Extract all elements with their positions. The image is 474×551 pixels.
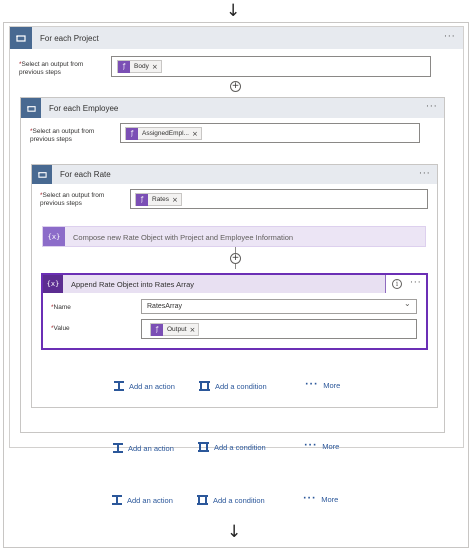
for-each-employee-header[interactable]: For each Employee ··· xyxy=(21,98,444,118)
compose-step[interactable]: {x} Compose new Rate Object with Project… xyxy=(42,226,426,247)
value-label-text: Value xyxy=(53,325,70,332)
add-condition-button[interactable]: Add a condition xyxy=(197,441,266,453)
remove-token-icon[interactable]: × xyxy=(152,63,161,71)
project-select-label-text: Select an output from previous steps xyxy=(19,61,84,76)
info-icon[interactable]: i xyxy=(392,279,402,289)
chevron-down-icon: ⌄ xyxy=(404,299,411,308)
append-to-array-step[interactable]: {x} Append Rate Object into Rates Array … xyxy=(41,273,428,350)
for-each-employee-title: For each Employee xyxy=(49,104,119,113)
flow-canvas: For each Project ··· *Select an output f… xyxy=(3,22,469,548)
more-label: More xyxy=(322,441,340,451)
name-label: *Name xyxy=(51,304,71,312)
flow-down-arrow-top: ↓ xyxy=(226,1,241,21)
add-action-button[interactable]: Add an action xyxy=(113,380,175,392)
remove-token-icon[interactable]: × xyxy=(192,130,201,138)
assigned-employees-token[interactable]: ƒ AssignedEmpl... × xyxy=(125,127,202,140)
for-each-rate-card: For each Rate ··· *Select an output from… xyxy=(31,164,438,408)
ellipsis-icon[interactable]: ··· xyxy=(426,102,438,112)
for-each-project-title: For each Project xyxy=(40,34,99,43)
add-action-button[interactable]: Add an action xyxy=(112,442,174,454)
insert-step-plus-icon[interactable]: + xyxy=(230,81,241,92)
project-select-input[interactable]: ƒ Body × xyxy=(111,56,431,77)
ellipsis-icon[interactable]: ··· xyxy=(419,169,431,179)
rate-select-label: *Select an output from previous steps xyxy=(40,192,125,208)
name-label-text: Name xyxy=(53,304,71,311)
add-condition-label: Add a condition xyxy=(214,442,266,452)
add-action-icon xyxy=(114,381,124,391)
expression-icon: ƒ xyxy=(151,323,163,336)
more-dots-icon: ··· xyxy=(305,380,319,390)
expression-icon: ƒ xyxy=(136,193,148,206)
variable-icon: {x} xyxy=(43,275,63,293)
body-token-label: Body xyxy=(134,63,149,70)
compose-step-title: Compose new Rate Object with Project and… xyxy=(73,233,294,242)
employee-select-label-text: Select an output from previous steps xyxy=(30,128,95,143)
rate-select-input[interactable]: ƒ Rates × xyxy=(130,189,428,209)
ellipsis-icon[interactable]: ··· xyxy=(410,278,422,288)
employee-select-label: *Select an output from previous steps xyxy=(30,128,115,144)
for-each-rate-header[interactable]: For each Rate ··· xyxy=(32,165,437,184)
remove-token-icon[interactable]: × xyxy=(190,326,199,334)
add-action-icon xyxy=(112,495,122,505)
add-condition-icon xyxy=(198,442,209,452)
employee-select-input[interactable]: ƒ AssignedEmpl... × xyxy=(120,123,420,143)
for-each-rate-title: For each Rate xyxy=(60,170,111,179)
more-button[interactable]: ··· More xyxy=(304,441,339,451)
rates-token-label: Rates xyxy=(152,196,169,203)
for-each-employee-card: For each Employee ··· *Select an output … xyxy=(20,97,445,453)
output-token[interactable]: ƒ Output × xyxy=(150,323,200,336)
value-input[interactable]: ƒ Output × xyxy=(141,319,417,339)
expression-icon: ƒ xyxy=(118,60,130,73)
add-condition-icon xyxy=(197,495,208,505)
for-each-project-card: For each Project ··· *Select an output f… xyxy=(9,26,464,453)
add-condition-label: Add a condition xyxy=(215,381,267,391)
variable-icon: {x} xyxy=(43,227,65,246)
value-label: *Value xyxy=(51,325,70,333)
append-step-header[interactable]: {x} Append Rate Object into Rates Array xyxy=(43,275,386,293)
project-select-label: *Select an output from previous steps xyxy=(19,61,104,77)
body-token[interactable]: ƒ Body × xyxy=(117,60,162,73)
add-action-button[interactable]: Add an action xyxy=(111,494,173,506)
remove-token-icon[interactable]: × xyxy=(172,196,181,204)
add-condition-label: Add a condition xyxy=(213,495,265,505)
add-condition-icon xyxy=(199,381,210,391)
add-action-label: Add an action xyxy=(129,381,175,391)
rates-token[interactable]: ƒ Rates × xyxy=(135,193,182,206)
for-each-project-header[interactable]: For each Project ··· xyxy=(10,27,463,49)
add-action-label: Add an action xyxy=(127,495,173,505)
flow-down-arrow-bottom: ↓ xyxy=(227,522,242,542)
loop-icon xyxy=(21,98,41,118)
add-action-label: Add an action xyxy=(128,443,174,453)
assigned-employees-token-label: AssignedEmpl... xyxy=(142,130,189,137)
more-button[interactable]: ··· More xyxy=(303,494,338,504)
loop-icon xyxy=(10,27,32,49)
more-label: More xyxy=(323,380,341,390)
rate-select-label-text: Select an output from previous steps xyxy=(40,192,105,207)
add-condition-button[interactable]: Add a condition xyxy=(198,380,267,392)
name-dropdown[interactable]: RatesArray ⌄ xyxy=(141,299,417,314)
more-label: More xyxy=(321,494,339,504)
expression-icon: ƒ xyxy=(126,127,138,140)
name-dropdown-value: RatesArray xyxy=(147,303,183,310)
add-condition-button[interactable]: Add a condition xyxy=(196,494,265,506)
more-dots-icon: ··· xyxy=(303,494,317,504)
ellipsis-icon[interactable]: ··· xyxy=(444,32,456,42)
more-button[interactable]: ··· More xyxy=(305,380,340,390)
more-dots-icon: ··· xyxy=(304,441,318,451)
insert-step-plus-icon[interactable]: + xyxy=(230,253,241,264)
append-step-title: Append Rate Object into Rates Array xyxy=(71,280,194,289)
loop-icon xyxy=(32,165,52,184)
output-token-label: Output xyxy=(167,326,187,333)
add-action-icon xyxy=(113,443,123,453)
